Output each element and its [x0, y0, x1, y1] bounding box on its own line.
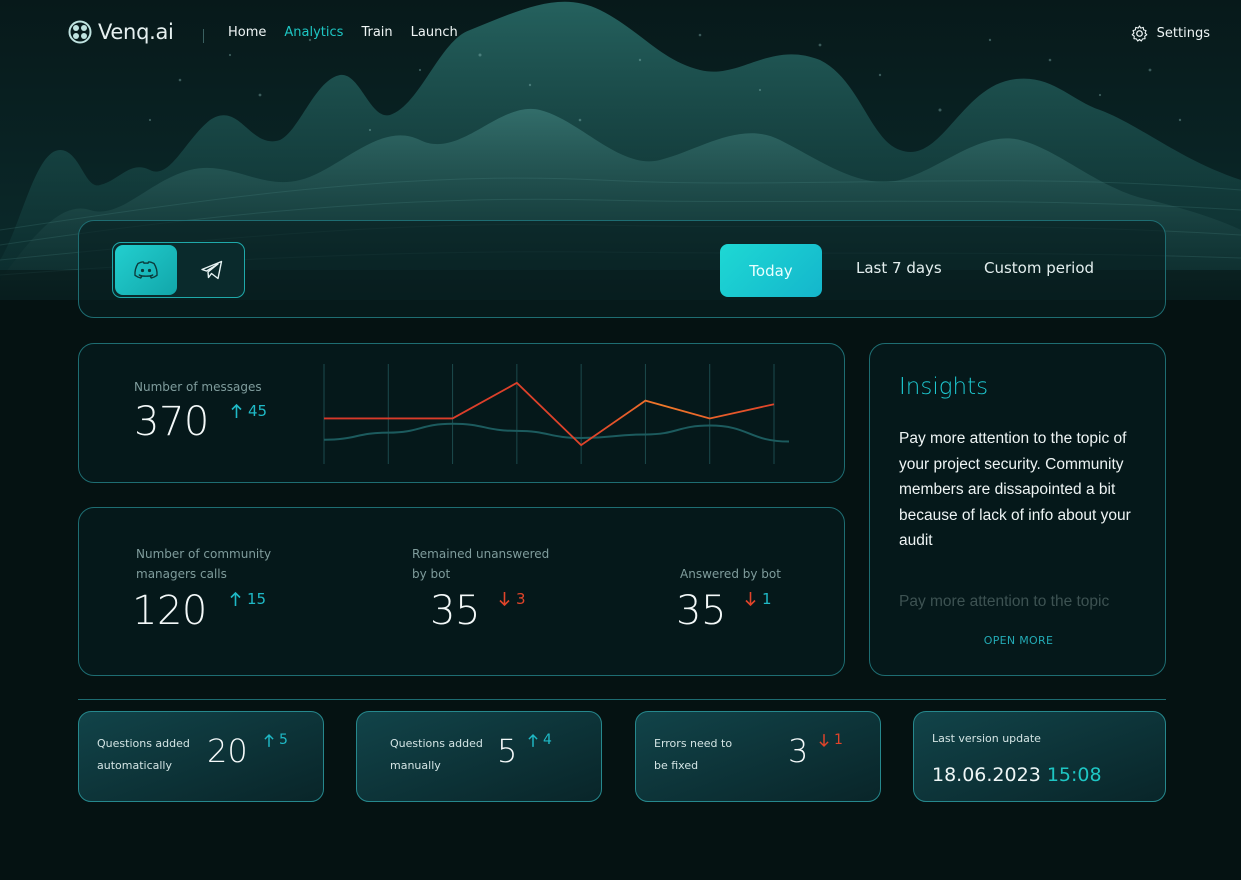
- nav-item-analytics[interactable]: Analytics: [284, 25, 343, 40]
- stat-delta: 4: [528, 732, 552, 748]
- stat-delta-value: 4: [543, 732, 552, 748]
- stat-label-line1: Errors need to: [654, 737, 733, 750]
- arrow-up-icon: [230, 591, 241, 606]
- arrow-down-icon: [499, 592, 510, 607]
- answered-delta-value: 1: [762, 590, 772, 608]
- gear-icon: [1131, 25, 1148, 42]
- arrow-up-icon: [528, 733, 538, 747]
- version-date: 18.06.2023: [932, 764, 1041, 786]
- logo-text: Venq.ai: [98, 20, 174, 44]
- managers-calls-delta-value: 15: [247, 590, 267, 608]
- settings-button[interactable]: Settings: [1130, 24, 1210, 43]
- arrow-down-icon: [819, 733, 829, 747]
- logo-icon: [68, 20, 92, 44]
- stat-delta: 1: [819, 732, 843, 748]
- messages-value: 370: [134, 399, 209, 445]
- channel-toggle: [112, 242, 245, 298]
- period-today-button[interactable]: Today: [720, 244, 822, 297]
- insights-text: Pay more attention to the topic of your …: [899, 430, 1131, 549]
- stat-label-line1: Questions added: [390, 737, 483, 750]
- insights-title: Insights: [899, 374, 989, 400]
- unanswered-value: 35: [430, 588, 480, 634]
- managers-calls-delta: 15: [230, 590, 266, 608]
- stat-card-version: Last version update 18.06.2023 15:08: [913, 711, 1166, 802]
- arrow-up-icon: [231, 403, 242, 418]
- logo-separator: [203, 29, 204, 43]
- unanswered-delta-value: 3: [516, 590, 526, 608]
- filter-bar: Today Last 7 days Custom period: [78, 220, 1166, 318]
- stat-delta: 5: [264, 732, 288, 748]
- telegram-icon: [201, 260, 223, 280]
- messages-label: Number of messages: [134, 380, 262, 394]
- discord-icon: [134, 261, 158, 279]
- stat-label: Questions added manually: [390, 733, 483, 777]
- unanswered-label-line2: by bot: [412, 567, 451, 581]
- channel-discord-button[interactable]: [115, 245, 177, 295]
- stat-card-errors: Errors need to be fixed 3 1: [635, 711, 881, 802]
- version-datetime: 18.06.2023 15:08: [932, 764, 1102, 786]
- calls-card: Number of community managers calls 120 1…: [78, 507, 845, 676]
- unanswered-delta: 3: [499, 590, 526, 608]
- channel-telegram-button[interactable]: [181, 245, 243, 295]
- chart-series-line: [324, 381, 775, 447]
- stat-value: 3: [788, 732, 809, 770]
- arrow-down-icon: [745, 592, 756, 607]
- insights-panel: Insights Pay more attention to the topic…: [869, 343, 1166, 676]
- messages-card: Number of messages 370 45: [78, 343, 845, 483]
- open-more-link[interactable]: OPEN MORE: [870, 634, 1167, 647]
- stat-card-manual-questions: Questions added manually 5 4: [356, 711, 602, 802]
- stat-label-line2: automatically: [97, 759, 172, 772]
- stat-value: 20: [207, 732, 248, 770]
- main-nav: Home Analytics Train Launch: [228, 25, 458, 40]
- version-label: Last version update: [932, 732, 1041, 745]
- managers-calls-label-line2: managers calls: [136, 567, 227, 581]
- top-bar: Venq.ai Home Analytics Train Launch Sett…: [0, 0, 1241, 70]
- nav-item-launch[interactable]: Launch: [411, 25, 458, 40]
- arrow-up-icon: [264, 733, 274, 747]
- version-time: 15:08: [1046, 764, 1102, 786]
- chart-series-line: [323, 422, 790, 443]
- managers-calls-label: Number of community managers calls: [136, 544, 271, 584]
- logo[interactable]: Venq.ai: [68, 20, 174, 44]
- stat-value: 5: [497, 732, 518, 770]
- managers-calls-label-line1: Number of community: [136, 547, 272, 561]
- stat-label-line2: manually: [390, 759, 441, 772]
- stat-label: Errors need to be fixed: [654, 733, 732, 777]
- messages-delta: 45: [231, 402, 267, 420]
- answered-value: 35: [676, 588, 726, 634]
- stat-label-line2: be fixed: [654, 759, 699, 772]
- stat-delta-value: 1: [834, 732, 843, 748]
- messages-delta-value: 45: [248, 402, 268, 420]
- managers-calls-value: 120: [132, 588, 207, 634]
- nav-item-home[interactable]: Home: [228, 25, 266, 40]
- insights-faded-text: Pay more attention to the topic: [899, 593, 1110, 610]
- unanswered-label-line1: Remained unanswered: [412, 547, 550, 561]
- answered-label: Answered by bot: [680, 567, 781, 581]
- section-divider: [78, 699, 1166, 700]
- period-last-7-days-button[interactable]: Last 7 days: [856, 259, 942, 277]
- period-custom-button[interactable]: Custom period: [984, 259, 1094, 277]
- settings-label: Settings: [1156, 26, 1210, 41]
- nav-item-train[interactable]: Train: [361, 25, 392, 40]
- answered-delta: 1: [745, 590, 772, 608]
- stat-card-auto-questions: Questions added automatically 20 5: [78, 711, 324, 802]
- stat-delta-value: 5: [279, 732, 288, 748]
- messages-line-chart: [323, 364, 790, 464]
- unanswered-label: Remained unanswered by bot: [412, 544, 549, 584]
- stat-label: Questions added automatically: [97, 733, 190, 777]
- stat-label-line1: Questions added: [97, 737, 190, 750]
